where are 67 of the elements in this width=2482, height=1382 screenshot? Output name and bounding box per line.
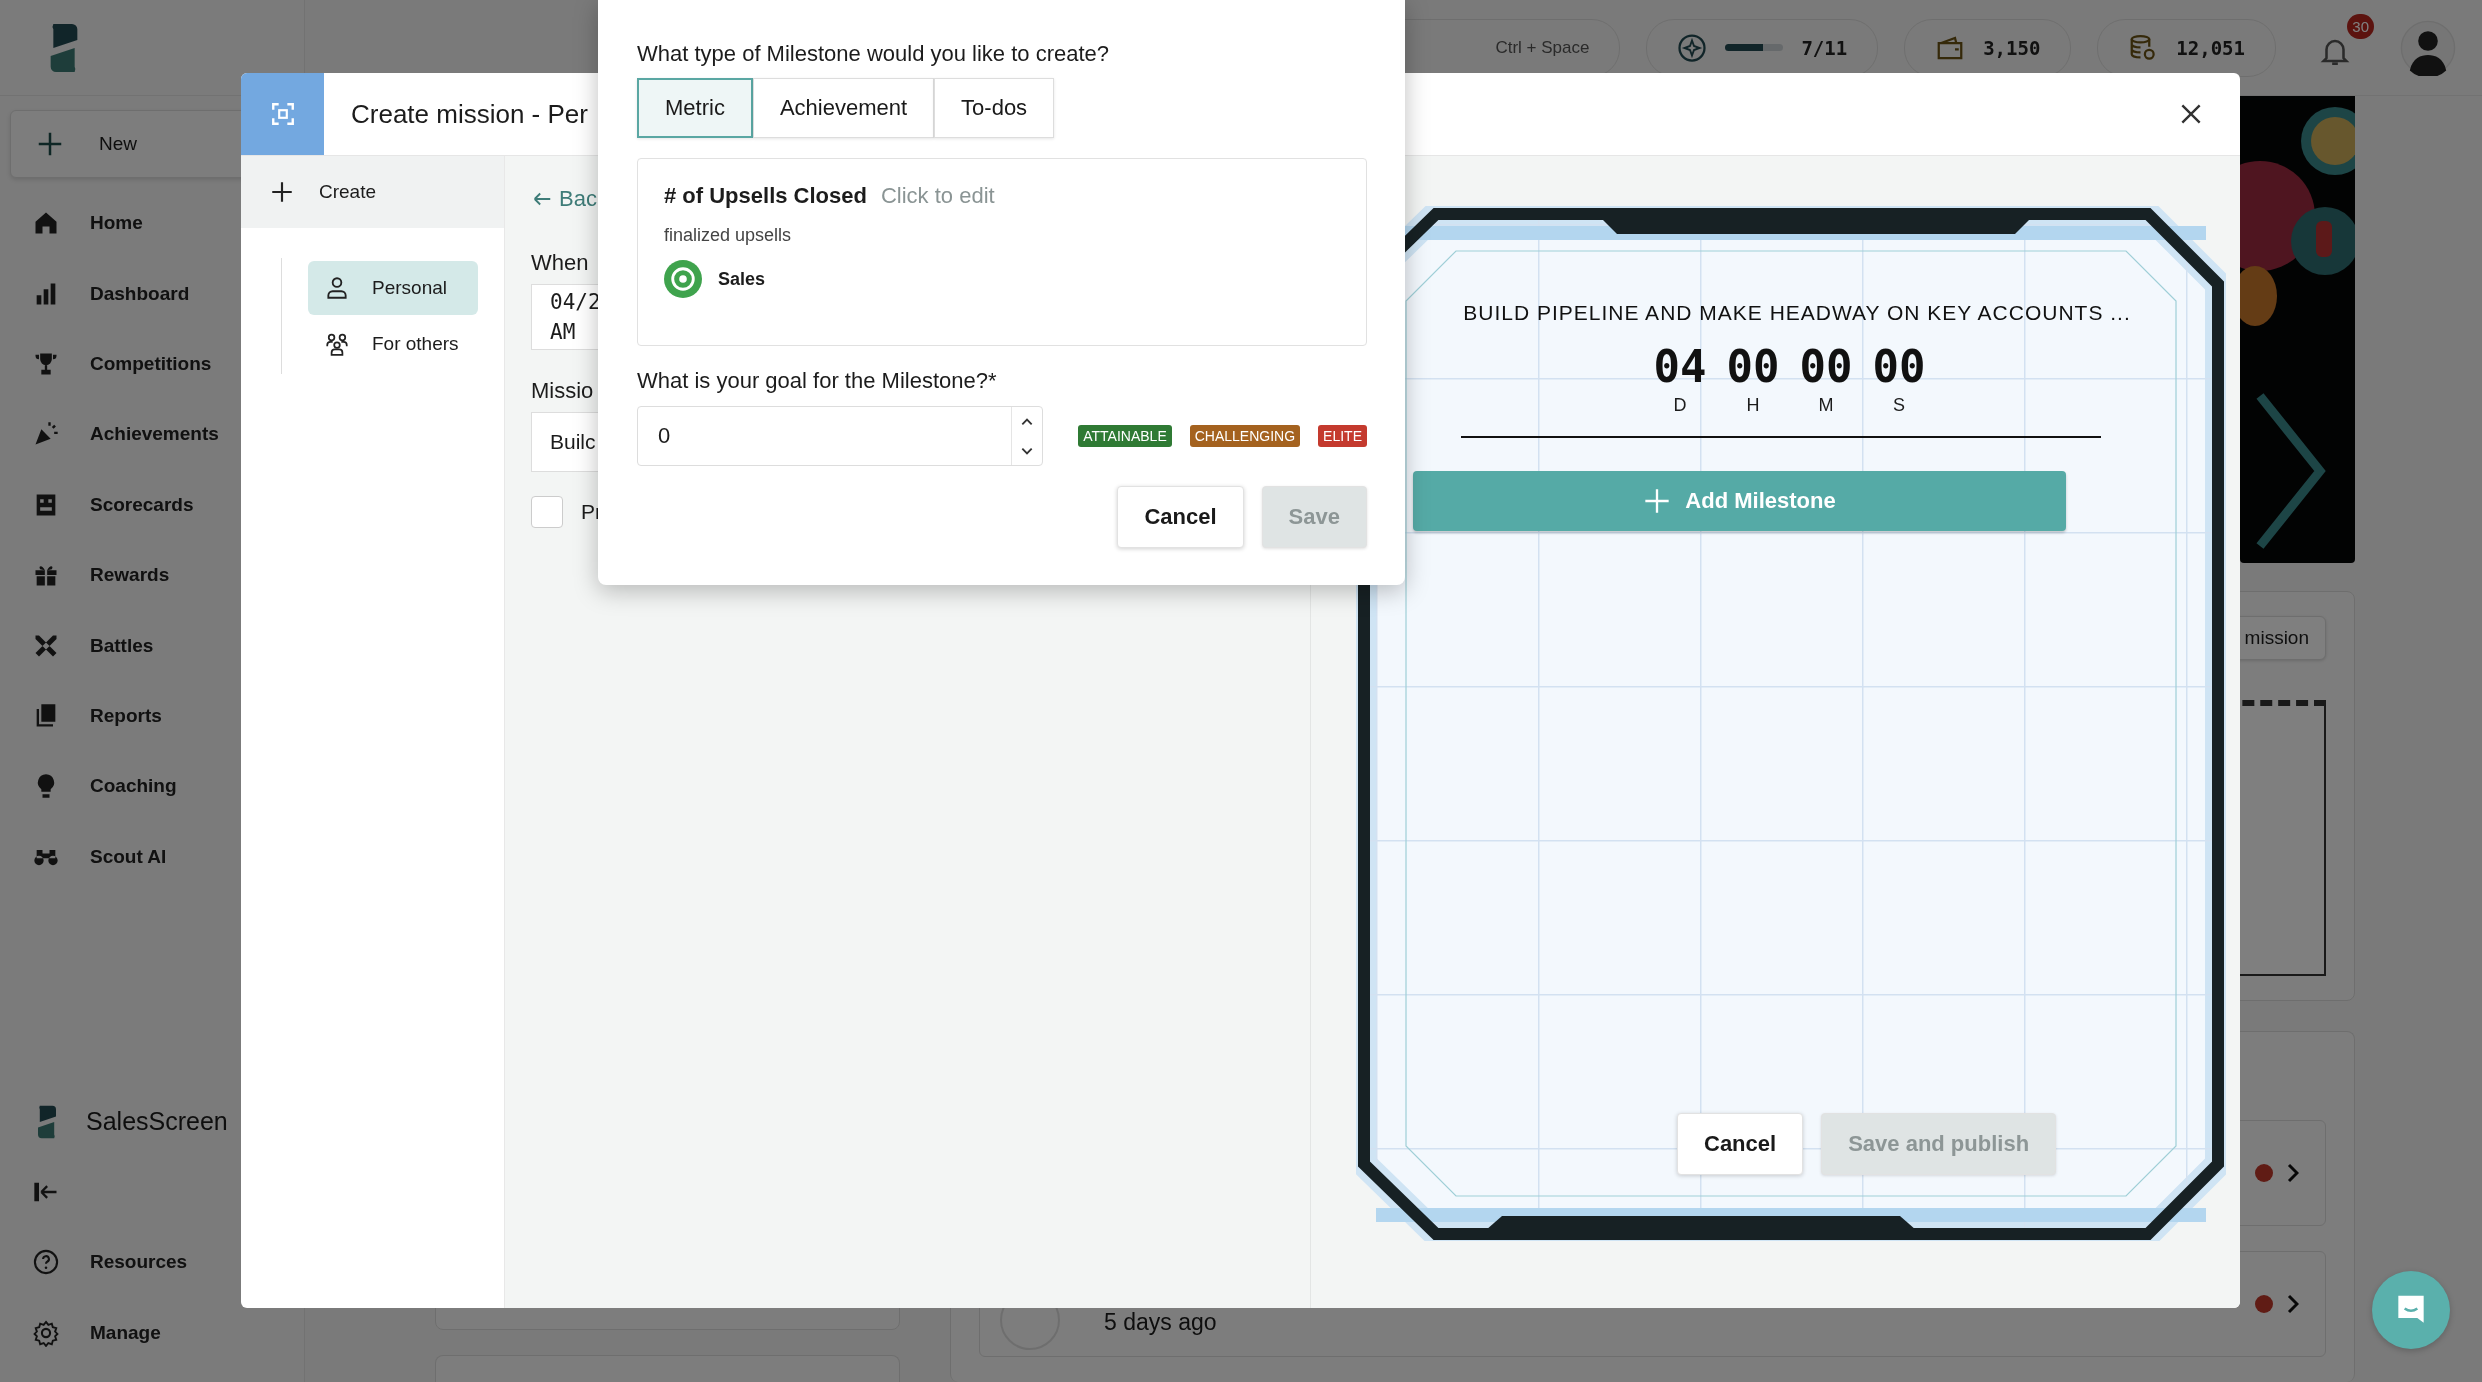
nav-item[interactable]: Competitions <box>0 328 304 400</box>
status-dot <box>2255 1164 2273 1182</box>
category-label: Sales <box>718 268 766 290</box>
logo-icon <box>36 1103 58 1140</box>
nav-item[interactable]: Battles <box>0 610 304 681</box>
nav-item[interactable]: Scorecards <box>0 469 304 540</box>
group-icon <box>324 331 350 357</box>
countdown-value: 00 <box>1726 343 1780 391</box>
chevron-right-icon <box>2287 1163 2299 1183</box>
countdown-value: 00 <box>1872 343 1926 391</box>
field-label: Missio <box>531 378 594 404</box>
nav-item[interactable]: Coaching <box>0 751 304 822</box>
plus-icon <box>269 179 295 205</box>
nav-item[interactable]: Resources <box>0 1227 304 1298</box>
scan-icon <box>269 101 296 127</box>
create-section[interactable]: Create <box>241 156 504 228</box>
metric-description: finalized upsells <box>664 225 792 246</box>
countdown-unit: M <box>1818 395 1834 416</box>
level-tag: ELITE <box>1318 425 1367 447</box>
goal-number-field[interactable]: 0 <box>637 406 1043 466</box>
nav-item[interactable]: Manage <box>0 1297 304 1368</box>
metric-card[interactable]: # of Upsells Closed Click to edit finalized upsells Sales <box>637 158 1367 346</box>
cancel-button[interactable]: Cancel <box>1117 486 1244 548</box>
notification-count: 30 <box>2347 13 2374 39</box>
checkbox[interactable] <box>531 496 563 528</box>
avatar[interactable] <box>2400 19 2456 76</box>
nav-item[interactable]: Rewards <box>0 539 304 611</box>
nav-item[interactable]: Scout AI <box>0 821 304 892</box>
dialog-title: Create mission - Per <box>351 98 588 130</box>
chevron-down-icon[interactable] <box>1020 445 1034 456</box>
target-icon <box>664 260 702 298</box>
status-dot <box>2255 1295 2273 1313</box>
chevron-up-icon[interactable] <box>1020 416 1034 427</box>
nav-item[interactable]: Dashboard <box>0 258 304 329</box>
audience-option[interactable]: For others <box>308 317 478 371</box>
type-tab[interactable]: Metric <box>637 78 753 138</box>
activity-time: 5 days ago <box>1104 1309 1217 1336</box>
nav-item[interactable]: Reports <box>0 680 304 752</box>
chat-button[interactable] <box>2372 1271 2450 1349</box>
cancel-button[interactable]: Cancel <box>1677 1113 1804 1175</box>
chevron-right-icon <box>2287 1294 2299 1314</box>
person-icon <box>324 275 350 301</box>
plus-icon <box>1643 487 1672 515</box>
field-label: What is your goal for the Milestone?* <box>637 368 998 394</box>
nav-item[interactable]: Achievements <box>0 399 304 470</box>
countdown-unit: S <box>1892 395 1905 416</box>
edit-hint[interactable]: Click to edit <box>880 183 995 209</box>
section-label: Create <box>319 181 377 203</box>
add-milestone-button[interactable]: Add Milestone <box>1413 471 2066 531</box>
countdown-unit: D <box>1673 395 1687 416</box>
type-tab[interactable]: To-dos <box>934 78 1055 138</box>
metric-title: # of Upsells Closed <box>664 183 867 209</box>
field-label: When <box>531 250 589 276</box>
help-icon <box>32 1248 60 1277</box>
brand-name: SalesScreen <box>86 1107 228 1137</box>
type-tab[interactable]: Achievement <box>752 78 935 138</box>
countdown-value: 00 <box>1799 343 1853 391</box>
dialog-question: What type of Milestone would you like to create? <box>637 40 1111 68</box>
mission-title: BUILD PIPELINE AND MAKE HEADWAY ON KEY ACCOUNTS ... <box>1462 301 2132 325</box>
level-tag: CHALLENGING <box>1189 425 1301 447</box>
star-badge-icon <box>1677 32 1708 63</box>
countdown-unit: H <box>1746 395 1760 416</box>
back-link[interactable]: Bac <box>559 186 597 212</box>
countdown-value: 04 <box>1653 343 1707 391</box>
settings-icon <box>32 1318 60 1347</box>
audience-option[interactable]: Personal <box>308 261 478 315</box>
level-tag: ATTAINABLE <box>1078 425 1172 447</box>
